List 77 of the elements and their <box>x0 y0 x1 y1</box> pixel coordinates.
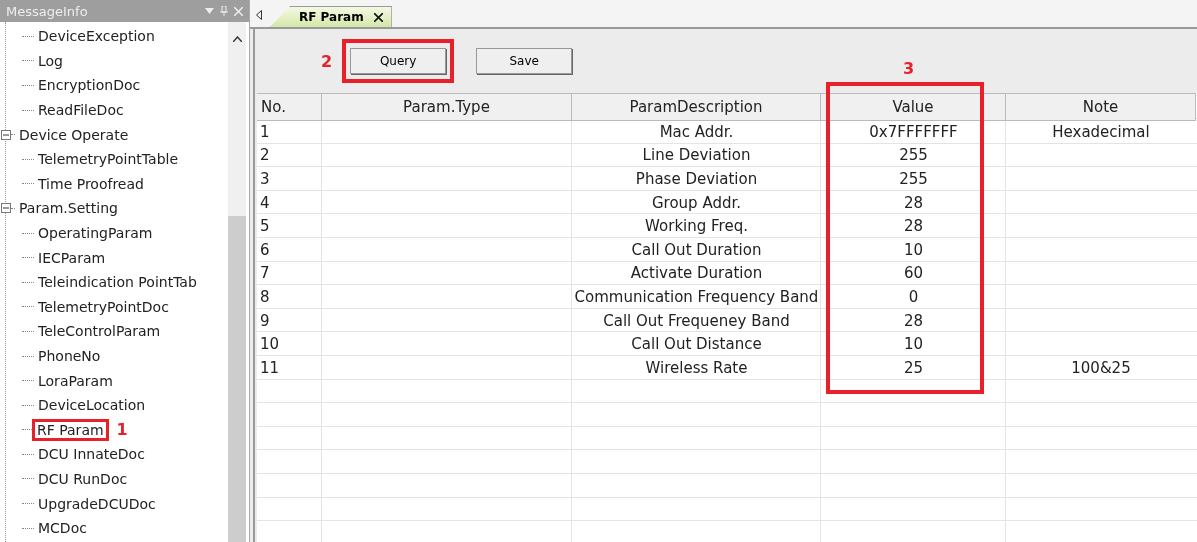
table-cell-text: 10 <box>902 334 925 356</box>
table-cell-text: 2 <box>259 145 271 167</box>
column-header[interactable]: ParamDescription <box>572 93 821 121</box>
table-cell-text: 9 <box>259 310 271 332</box>
table-cell-text: Communication Frequency Band <box>573 286 820 308</box>
table-cell-text: 28 <box>902 192 925 214</box>
annotation-number: 3 <box>903 59 915 78</box>
tab[interactable]: RF Param <box>270 6 392 27</box>
table-cell-text: Activate Duration <box>629 263 764 285</box>
toolbar-button[interactable]: Query <box>350 48 447 74</box>
close-icon[interactable] <box>373 12 383 22</box>
column-header[interactable]: No. <box>257 93 322 121</box>
table-cell-text: 7 <box>259 263 271 285</box>
table-cell-text: 6 <box>259 239 271 261</box>
table-cell-text: 28 <box>902 216 925 238</box>
tree-item[interactable]: OperatingParam <box>36 225 155 242</box>
panel-title: MessageInfo <box>6 3 89 19</box>
table-cell-text: 10 <box>259 334 281 356</box>
tab-label: RF Param <box>299 10 364 24</box>
tree-item[interactable]: EncryptionDoc <box>36 77 143 94</box>
tree-item[interactable]: DCU InnateDoc <box>36 446 147 463</box>
tree-item[interactable]: Time Proofread <box>36 175 146 192</box>
table-cell-text: 3 <box>259 169 271 190</box>
tree-item[interactable]: UpgradeDCUDoc <box>36 495 158 512</box>
table-cell-text: 0x7FFFFFFF <box>868 121 959 143</box>
collapse-icon[interactable] <box>1 203 11 214</box>
dropdown-icon[interactable] <box>205 8 214 14</box>
tree-item[interactable]: ReadFileDoc <box>36 102 126 119</box>
table-cell-text: 8 <box>259 286 271 308</box>
tree-item[interactable]: Teleindication PointTab <box>36 274 199 291</box>
table-cell-text: 100&25 <box>1070 357 1132 379</box>
table-cell-text: Call Out Duration <box>630 239 763 261</box>
table-cell-text: 1 <box>259 121 271 143</box>
column-header[interactable]: Value <box>821 93 1006 121</box>
table-cell-text: 60 <box>902 263 925 285</box>
tree-item[interactable]: RF Param <box>32 418 109 441</box>
tree-item[interactable]: PhoneNo <box>36 348 103 364</box>
table-cell-text: Hexadecimal <box>1051 121 1151 143</box>
table-cell-text: 25 <box>902 357 925 379</box>
tree-item[interactable]: LoraParam <box>36 372 115 389</box>
table-cell-text: Call Out Frequeney Band <box>602 310 791 332</box>
table-cell-text: Phase Deviation <box>634 169 759 190</box>
tree-item[interactable]: Device Operate <box>17 126 131 143</box>
table-cell-text: Call Out Distance <box>630 334 763 356</box>
tree-item[interactable]: DeviceException <box>36 28 157 45</box>
table-cell-text: Mac Addr. <box>658 121 735 143</box>
table-cell-text: 4 <box>259 192 271 214</box>
scrollbar[interactable] <box>228 22 246 542</box>
scroll-up-icon[interactable] <box>232 36 242 42</box>
tree-item[interactable]: DeviceLocation <box>36 397 148 414</box>
table-cell-text: 255 <box>898 145 929 167</box>
toolbar-button[interactable]: Save <box>476 48 573 74</box>
table-cell-text: Wireless Rate <box>644 357 749 379</box>
scrollbar-thumb[interactable] <box>228 216 246 542</box>
table-cell-text: 11 <box>259 357 281 379</box>
table-cell-text: 0 <box>907 286 920 308</box>
column-header[interactable]: Note <box>1006 93 1196 121</box>
collapse-icon[interactable] <box>1 129 11 140</box>
annotation-number: 1 <box>116 420 128 440</box>
column-header[interactable]: Param.Type <box>322 93 572 121</box>
tree-item[interactable]: IECParam <box>36 249 108 266</box>
table-cell-text: Working Freq. <box>644 216 749 238</box>
tree-item[interactable]: TelemetryPointTable <box>36 151 181 168</box>
table-cell-text: 28 <box>902 310 925 332</box>
table-cell-text: Line Deviation <box>641 145 752 167</box>
annotation-number: 2 <box>321 51 333 71</box>
table-cell-text: 255 <box>898 169 929 190</box>
table-cell-text: Group Addr. <box>650 192 742 214</box>
table-cell-text: 10 <box>902 239 925 261</box>
table-cell-text: 5 <box>259 216 271 238</box>
tree-item[interactable]: TelemetryPointDoc <box>36 298 171 315</box>
tree-item[interactable]: TeleControlParam <box>36 323 163 340</box>
tree-item[interactable]: DCU RunDoc <box>36 471 130 487</box>
scroll-left-icon[interactable] <box>256 10 262 20</box>
tree-item[interactable]: MCDoc <box>36 520 89 537</box>
tree-item[interactable]: Param.Setting <box>17 200 120 217</box>
tree-item[interactable]: Log <box>36 52 65 69</box>
